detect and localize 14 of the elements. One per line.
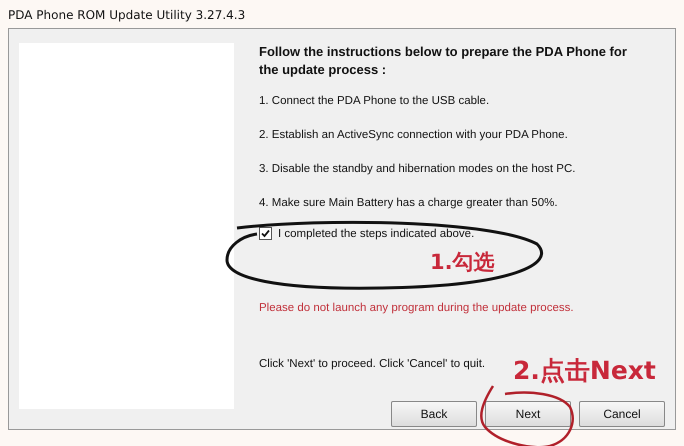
annotation-text: 1.勾选 [430, 249, 495, 276]
instruction-step: 1. Connect the PDA Phone to the USB cable. [259, 95, 490, 129]
back-button[interactable]: Back [391, 401, 477, 427]
cancel-button[interactable]: Cancel [579, 401, 665, 427]
instruction-step: 2. Establish an ActiveSync connection with your PDA Phone. [259, 129, 568, 163]
checkbox-label: I completed the steps indicated above. [278, 228, 474, 240]
next-button[interactable]: Next [485, 401, 571, 427]
instruction-step: 3. Disable the standby and hibernation modes on the host PC. [259, 163, 576, 197]
annotation-text: 2.点击Next [513, 355, 656, 387]
checkbox[interactable] [259, 227, 272, 240]
instructions-heading: Follow the instructions below to prepare the PDA Phone for the update process : [259, 43, 628, 79]
hint-text: Click 'Next' to proceed. Click 'Cancel' to quit. [259, 358, 486, 370]
window-title: PDA Phone ROM Update Utility 3.27.4.3 [8, 7, 246, 24]
warning-text: Please do not launch any program during the update process. [259, 302, 574, 314]
